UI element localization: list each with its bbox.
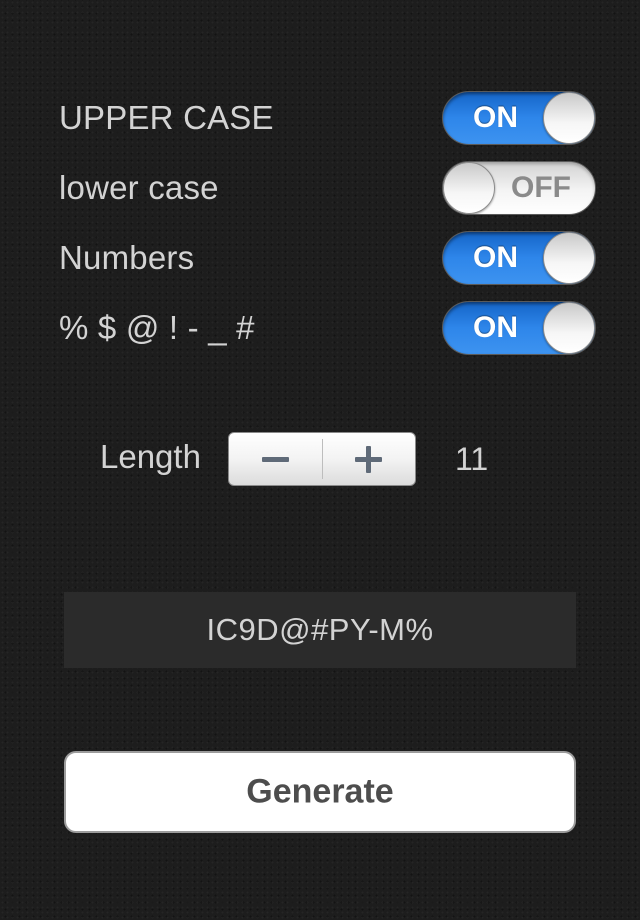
option-row-numbers: Numbers ON [0,228,640,288]
option-label-uppercase: UPPER CASE [59,99,274,136]
length-value: 11 [455,441,489,477]
length-stepper [228,432,416,486]
length-label: Length [100,438,201,475]
password-output[interactable]: IC9D@#PY-M% [64,592,576,668]
option-row-symbols: % $ @ ! - _ # ON [0,298,640,358]
toggle-state-text: ON [473,241,518,274]
toggle-knob [543,92,595,144]
symbols-toggle[interactable]: ON [442,301,596,355]
decrement-button[interactable] [229,433,322,485]
password-text: IC9D@#PY-M% [206,612,434,647]
toggle-state-text: ON [473,311,518,344]
toggle-knob [443,162,495,214]
minus-icon [262,457,289,462]
toggle-knob [543,302,595,354]
option-label-lowercase: lower case [59,169,219,206]
option-label-numbers: Numbers [59,239,195,276]
lowercase-toggle[interactable]: OFF [442,161,596,215]
option-row-lowercase: lower case OFF [0,158,640,218]
option-row-uppercase: UPPER CASE ON [0,88,640,148]
plus-icon-vertical [366,446,371,473]
toggle-state-text: ON [473,101,518,134]
toggle-knob [543,232,595,284]
increment-button[interactable] [323,433,415,485]
generate-button[interactable]: Generate [64,751,576,833]
toggle-state-text: OFF [511,171,571,204]
option-label-symbols: % $ @ ! - _ # [59,309,255,346]
uppercase-toggle[interactable]: ON [442,91,596,145]
generate-label: Generate [246,772,394,811]
numbers-toggle[interactable]: ON [442,231,596,285]
